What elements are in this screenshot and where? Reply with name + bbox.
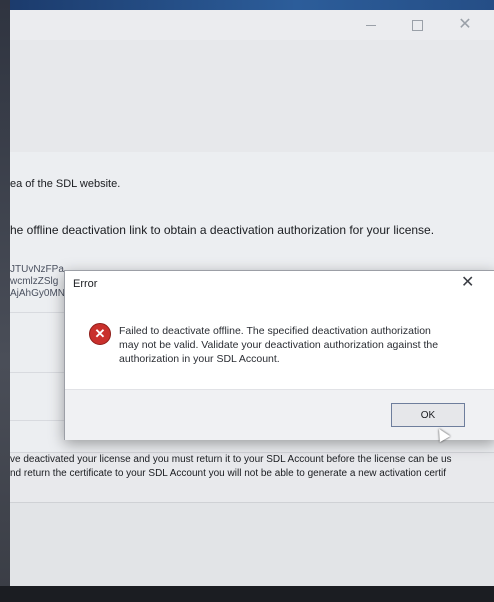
minimize-icon [366, 24, 376, 26]
maximize-icon [411, 19, 423, 31]
header-area [10, 40, 494, 152]
lower-panel [10, 502, 494, 587]
error-message-line: Failed to deactivate offline. The specif… [119, 325, 431, 337]
authorization-code-line: JTUvNzFPa [10, 264, 64, 275]
close-window-button[interactable]: ✕ [442, 10, 488, 40]
authorization-code-line: AjAhGy0MN [10, 288, 66, 299]
instruction-text-1: ea of the SDL website. [10, 178, 121, 190]
warning-text-2: nd return the certificate to your SDL Ac… [10, 468, 446, 479]
error-dialog: Error ✕ ✕ Failed to deactivate offline. … [64, 270, 494, 440]
warning-text-1: ve deactivated your license and you must… [10, 454, 452, 465]
photo-background-bottom [0, 586, 494, 602]
photo-background-left [0, 0, 10, 602]
dialog-title: Error [73, 278, 98, 290]
title-bar: ✕ [10, 10, 494, 40]
close-icon: ✕ [458, 16, 472, 33]
error-message-line: may not be valid. Validate your deactiva… [119, 339, 439, 351]
dialog-footer: OK [65, 389, 494, 440]
ok-button[interactable]: OK [391, 403, 465, 427]
authorization-code-line: wcmlzZSlg [10, 276, 59, 287]
minimize-button[interactable] [348, 10, 394, 40]
error-message-line: authorization in your SDL Account. [119, 353, 280, 365]
instruction-text-2: he offline deactivation link to obtain a… [10, 223, 435, 237]
maximize-button[interactable] [394, 10, 440, 40]
error-icon: ✕ [89, 323, 111, 345]
dialog-close-button[interactable]: ✕ [461, 275, 474, 291]
